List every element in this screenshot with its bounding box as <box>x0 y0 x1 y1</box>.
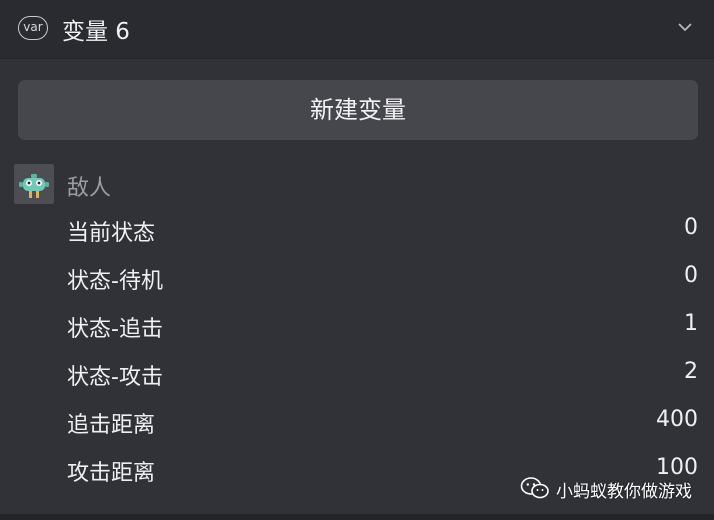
wechat-icon <box>520 477 549 499</box>
var-badge-icon: var <box>18 16 48 40</box>
variable-row[interactable]: 状态-攻击 2 <box>67 355 698 395</box>
variable-value: 400 <box>656 407 698 432</box>
panel-title: 变量 6 <box>62 19 130 45</box>
variable-row[interactable]: 追击距离 400 <box>67 403 698 443</box>
variable-name: 状态-攻击 <box>67 365 163 390</box>
variable-row[interactable]: 状态-待机 0 <box>67 259 698 299</box>
chevron-down-icon[interactable] <box>676 18 694 36</box>
variable-value: 0 <box>684 215 698 240</box>
variable-value: 0 <box>684 263 698 288</box>
variable-name: 攻击距离 <box>67 461 156 486</box>
variable-row[interactable]: 当前状态 0 <box>67 211 698 251</box>
variables-panel-header[interactable]: var 变量 6 <box>0 0 714 59</box>
variable-name: 状态-待机 <box>67 269 163 294</box>
variable-value: 2 <box>684 359 698 384</box>
variable-value: 1 <box>684 311 698 336</box>
robot-avatar-icon <box>14 164 54 204</box>
bottom-divider <box>0 514 714 520</box>
object-row[interactable]: 敌人 <box>14 163 704 204</box>
object-name: 敌人 <box>67 176 112 201</box>
watermark-text: 小蚂蚁教你做游戏 <box>556 482 692 502</box>
variable-name: 状态-追击 <box>67 317 163 342</box>
variable-row[interactable]: 状态-追击 1 <box>67 307 698 347</box>
variable-name: 追击距离 <box>67 413 156 438</box>
variable-name: 当前状态 <box>67 221 156 246</box>
new-variable-button[interactable]: 新建变量 <box>18 80 698 140</box>
variables-panel: 新建变量 敌人 当前状态 0 状态-待机 0 状态-追击 1 状态-攻击 2 追… <box>0 59 714 514</box>
